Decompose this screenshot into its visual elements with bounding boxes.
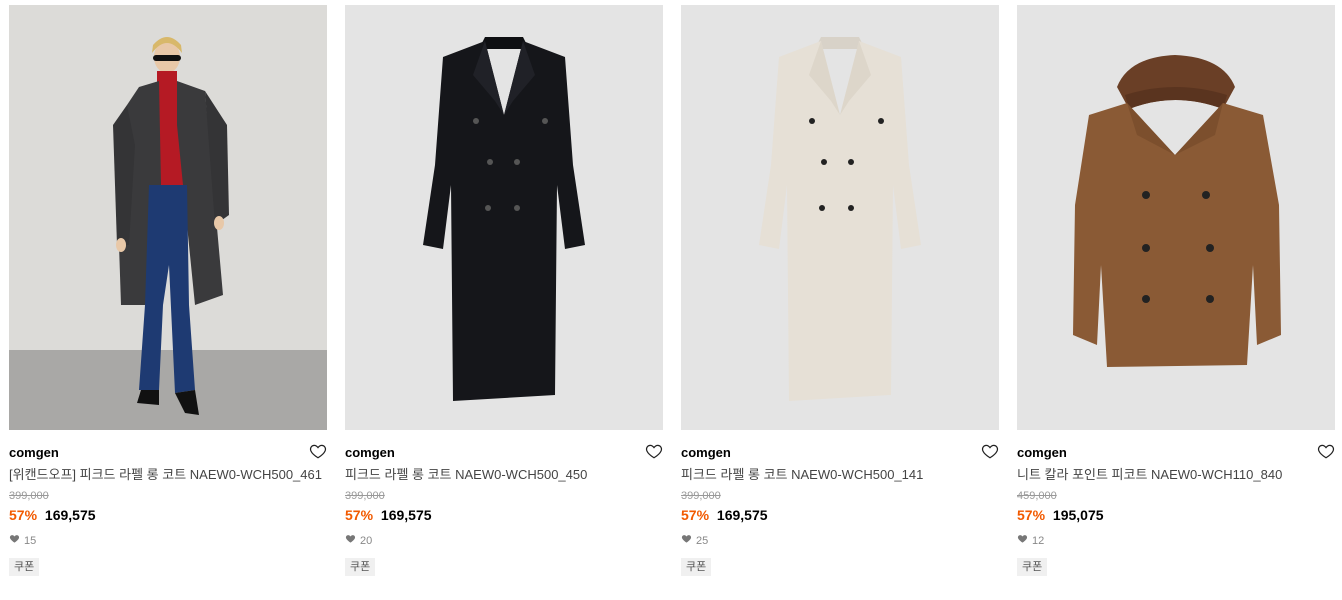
product-photo-brown-peacoat — [1017, 5, 1335, 430]
original-price: 399,000 — [9, 490, 49, 502]
price-row: 57% 169,575 — [9, 506, 327, 524]
heart-outline-icon[interactable] — [645, 442, 663, 460]
original-price: 399,000 — [345, 490, 385, 502]
brand-row: comgen — [681, 444, 999, 462]
heart-filled-icon — [345, 533, 356, 548]
discount-rate: 57% — [9, 507, 38, 523]
price-row: 57% 169,575 — [345, 506, 663, 524]
heart-filled-icon — [9, 533, 20, 548]
brand-name[interactable]: comgen — [345, 445, 395, 460]
product-name[interactable]: 니트 칼라 포인트 피코트 NAEW0-WCH110_840 — [1017, 466, 1335, 484]
product-name[interactable]: [위캔드오프] 피크드 라펠 롱 코트 NAEW0-WCH500_461 — [9, 466, 327, 484]
coupon-badge: 쿠폰 — [681, 558, 712, 576]
like-count-value: 12 — [1032, 534, 1045, 547]
price-row: 57% 169,575 — [681, 506, 999, 524]
brand-row: comgen — [345, 444, 663, 462]
product-photo-black-coat — [345, 5, 663, 430]
product-card[interactable]: comgen 니트 칼라 포인트 피코트 NAEW0-WCH110_840 45… — [1017, 5, 1335, 576]
heart-outline-icon[interactable] — [309, 442, 327, 460]
product-image[interactable] — [681, 5, 999, 430]
product-image[interactable] — [9, 5, 327, 430]
original-price: 399,000 — [681, 490, 721, 502]
coupon-badge: 쿠폰 — [1017, 558, 1048, 576]
coupon-badge: 쿠폰 — [9, 558, 40, 576]
product-grid: comgen [위캔드오프] 피크드 라펠 롱 코트 NAEW0-WCH500_… — [0, 0, 1342, 600]
product-card[interactable]: comgen [위캔드오프] 피크드 라펠 롱 코트 NAEW0-WCH500_… — [9, 5, 327, 576]
sale-price: 169,575 — [380, 507, 432, 523]
sale-price: 169,575 — [44, 507, 96, 523]
heart-outline-icon[interactable] — [1317, 442, 1335, 460]
product-card[interactable]: comgen 피크드 라펠 롱 코트 NAEW0-WCH500_141 399,… — [681, 5, 999, 576]
product-photo-model-charcoal-coat — [9, 5, 327, 430]
sale-price: 195,075 — [1052, 507, 1104, 523]
discount-rate: 57% — [1017, 507, 1046, 523]
heart-outline-icon[interactable] — [981, 442, 999, 460]
brand-row: comgen — [1017, 444, 1335, 462]
discount-rate: 57% — [345, 507, 374, 523]
product-image[interactable] — [1017, 5, 1335, 430]
brand-row: comgen — [9, 444, 327, 462]
price-row: 57% 195,075 — [1017, 506, 1335, 524]
like-count: 12 — [1017, 533, 1335, 548]
product-photo-cream-coat — [681, 5, 999, 430]
like-count-value: 25 — [696, 534, 709, 547]
original-price: 459,000 — [1017, 490, 1057, 502]
coupon-badge: 쿠폰 — [345, 558, 376, 576]
like-count-value: 15 — [24, 534, 37, 547]
like-count-value: 20 — [360, 534, 373, 547]
product-name[interactable]: 피크드 라펠 롱 코트 NAEW0-WCH500_141 — [681, 466, 999, 484]
product-card[interactable]: comgen 피크드 라펠 롱 코트 NAEW0-WCH500_450 399,… — [345, 5, 663, 576]
sale-price: 169,575 — [716, 507, 768, 523]
like-count: 25 — [681, 533, 999, 548]
discount-rate: 57% — [681, 507, 710, 523]
product-name[interactable]: 피크드 라펠 롱 코트 NAEW0-WCH500_450 — [345, 466, 663, 484]
heart-filled-icon — [681, 533, 692, 548]
brand-name[interactable]: comgen — [681, 445, 731, 460]
like-count: 15 — [9, 533, 327, 548]
brand-name[interactable]: comgen — [1017, 445, 1067, 460]
product-image[interactable] — [345, 5, 663, 430]
like-count: 20 — [345, 533, 663, 548]
heart-filled-icon — [1017, 533, 1028, 548]
brand-name[interactable]: comgen — [9, 445, 59, 460]
